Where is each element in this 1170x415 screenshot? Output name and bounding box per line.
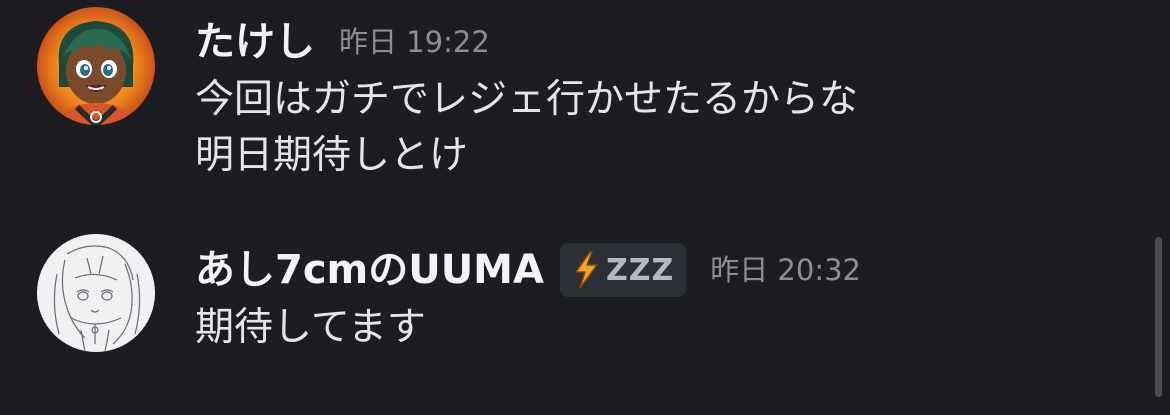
- status-text: ZZZ: [605, 252, 675, 288]
- message[interactable]: あし7cmのUUMA ZZZ 昨日 20:32 期待してます: [0, 228, 1140, 388]
- message-header: たけし 昨日 19:22: [195, 14, 490, 70]
- message-text-line: 明日期待しとけ: [195, 133, 469, 178]
- scrollbar[interactable]: [1155, 237, 1162, 397]
- username[interactable]: あし7cmのUUMA: [195, 242, 544, 298]
- status-badge[interactable]: ZZZ: [559, 243, 687, 297]
- timestamp: 昨日 19:22: [339, 25, 490, 59]
- message[interactable]: たけし 昨日 19:22 今回はガチでレジェ行かせたるからな 明日期待しとけ: [0, 0, 1140, 200]
- message-text-line: 今回はガチでレジェ行かせたるからな: [195, 77, 859, 122]
- avatar[interactable]: [37, 7, 155, 125]
- message-header: あし7cmのUUMA ZZZ 昨日 20:32: [195, 242, 861, 298]
- avatar-line-sketch-icon: [37, 234, 155, 352]
- message-body: 期待してます: [195, 300, 426, 356]
- lightning-bolt-icon: [575, 251, 598, 289]
- chat-log: たけし 昨日 19:22 今回はガチでレジェ行かせたるからな 明日期待しとけ あ…: [0, 0, 1170, 415]
- message-text-line: 期待してます: [195, 305, 426, 350]
- timestamp: 昨日 20:32: [710, 253, 862, 287]
- avatar[interactable]: [37, 234, 155, 352]
- avatar-anime-character-icon: [37, 7, 155, 125]
- username[interactable]: たけし: [195, 14, 315, 70]
- message-body: 今回はガチでレジェ行かせたるからな 明日期待しとけ: [195, 72, 858, 184]
